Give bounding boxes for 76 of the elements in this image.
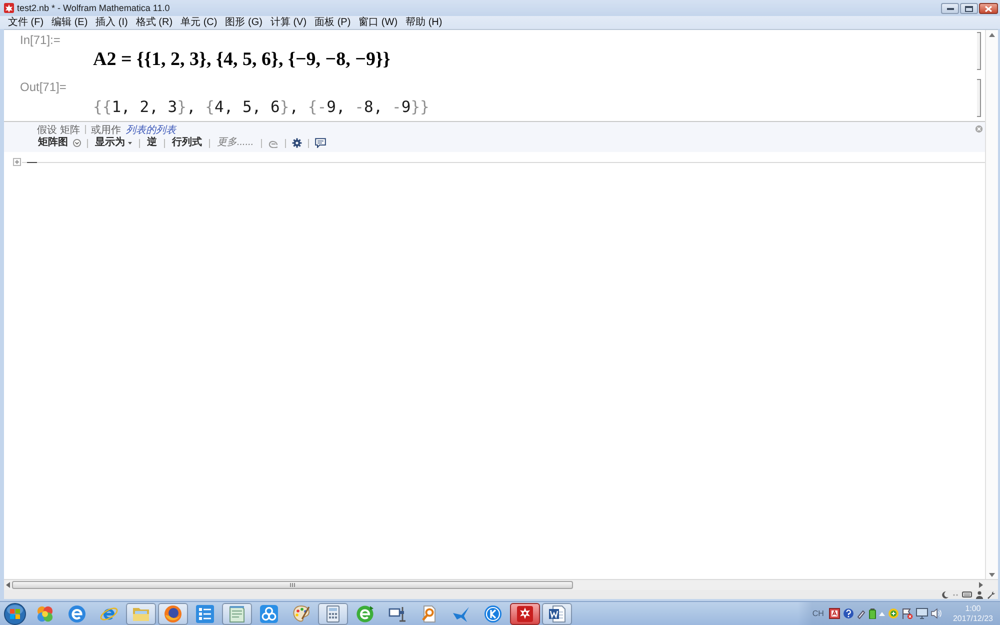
menu-item[interactable]: 帮助 (H) xyxy=(402,16,446,28)
app-logo-icon xyxy=(4,3,14,13)
menu-item[interactable]: 图形 (G) xyxy=(221,16,266,28)
close-button[interactable] xyxy=(979,3,998,14)
flag-x-icon[interactable] xyxy=(902,608,913,619)
e-globe-icon xyxy=(67,604,87,624)
more-button[interactable]: 更多...... xyxy=(216,137,255,149)
scrollbar-thumb[interactable] xyxy=(12,581,573,589)
suggestion-button[interactable]: 矩阵图 xyxy=(37,137,69,149)
minimize-icon xyxy=(946,8,954,10)
interpretation-text: 假设 矩阵 xyxy=(37,124,80,136)
suggestion-button[interactable]: 逆 xyxy=(146,137,158,149)
input-expression: A2 = {{1, 2, 3}, {4, 5, 6}, {−9, −8, −9}} xyxy=(93,49,390,71)
menu-item[interactable]: 窗口 (W) xyxy=(354,16,402,28)
menu-item[interactable]: 面板 (P) xyxy=(310,16,355,28)
window-title: test2.nb * - Wolfram Mathematica 11.0 xyxy=(17,3,170,13)
grip-icon xyxy=(290,583,295,587)
vertical-scrollbar[interactable] xyxy=(985,30,998,579)
dropdown-circle-icon[interactable] xyxy=(73,139,81,147)
suggestion-button[interactable]: 行列式 xyxy=(171,137,203,149)
start-orb-icon[interactable] xyxy=(4,602,26,624)
horizontal-scrollbar[interactable] xyxy=(4,579,985,590)
alternative-text: 或用作 xyxy=(90,124,121,136)
refresh-e-icon xyxy=(355,604,375,624)
rings-icon xyxy=(259,604,279,624)
minimize-button[interactable] xyxy=(941,3,959,14)
alternative-link[interactable]: 列表的列表 xyxy=(126,122,176,136)
scroll-right-icon[interactable] xyxy=(979,582,983,588)
cell-label: In[71]:= xyxy=(19,33,60,47)
moon-icon[interactable] xyxy=(941,590,949,598)
plus-circle-icon[interactable] xyxy=(888,608,899,619)
speaker-icon[interactable] xyxy=(930,608,942,619)
maximize-icon xyxy=(965,6,973,12)
w-document-icon xyxy=(547,604,567,624)
menu-item[interactable]: 编辑 (E) xyxy=(48,16,92,28)
palette-icon xyxy=(291,604,311,624)
taskbar-button[interactable] xyxy=(542,602,572,624)
k-circle-icon xyxy=(483,604,503,624)
a-box-icon[interactable] xyxy=(828,608,840,619)
output-result: {{1, 2, 3}, {4, 5, 6}, {-9, -8, -9}} xyxy=(93,97,430,118)
menu-item[interactable]: 单元 (C) xyxy=(176,16,222,28)
menu-item[interactable]: 文件 (F) xyxy=(4,16,48,28)
suggestion-dropdown[interactable]: 显示为 xyxy=(94,137,133,149)
scroll-down-icon[interactable] xyxy=(989,573,995,577)
caret-icon xyxy=(128,142,132,144)
cell-bracket[interactable] xyxy=(977,79,981,117)
monitor-icon[interactable] xyxy=(916,608,928,619)
taskbar-button[interactable] xyxy=(158,602,188,624)
list-icon xyxy=(195,604,215,624)
circles-cluster-icon xyxy=(35,604,55,624)
battery-icon[interactable] xyxy=(868,608,876,619)
menu-item[interactable]: 格式 (R) xyxy=(132,16,177,28)
scroll-up-icon[interactable] xyxy=(989,33,995,37)
menu-item[interactable]: 计算 (V) xyxy=(266,16,311,28)
keyboard-icon[interactable] xyxy=(962,591,972,598)
taskbar-button[interactable] xyxy=(318,602,348,624)
swirl-icon[interactable] xyxy=(268,138,279,148)
gear-icon[interactable] xyxy=(292,138,302,148)
taskbar-button[interactable] xyxy=(510,602,540,624)
notepad-icon xyxy=(227,604,247,624)
speech-bubble-icon[interactable] xyxy=(314,138,326,148)
wrench-icon[interactable] xyxy=(987,590,995,598)
maximize-button[interactable] xyxy=(960,3,978,14)
star-gear-icon xyxy=(515,604,535,624)
flame-circle-icon xyxy=(163,604,183,624)
scroll-left-icon[interactable] xyxy=(6,582,10,588)
cell-label: Out[71]= xyxy=(19,80,66,94)
add-cell-icon[interactable] xyxy=(13,158,21,166)
pen-icon[interactable] xyxy=(856,608,866,618)
menu-item[interactable]: 插入 (I) xyxy=(92,16,132,28)
close-icon[interactable] xyxy=(975,125,983,133)
help-icon[interactable] xyxy=(842,608,854,619)
close-icon xyxy=(985,6,992,12)
person-icon[interactable] xyxy=(976,590,983,598)
cell-bracket[interactable] xyxy=(977,32,981,70)
dots-icon[interactable] xyxy=(953,592,958,598)
